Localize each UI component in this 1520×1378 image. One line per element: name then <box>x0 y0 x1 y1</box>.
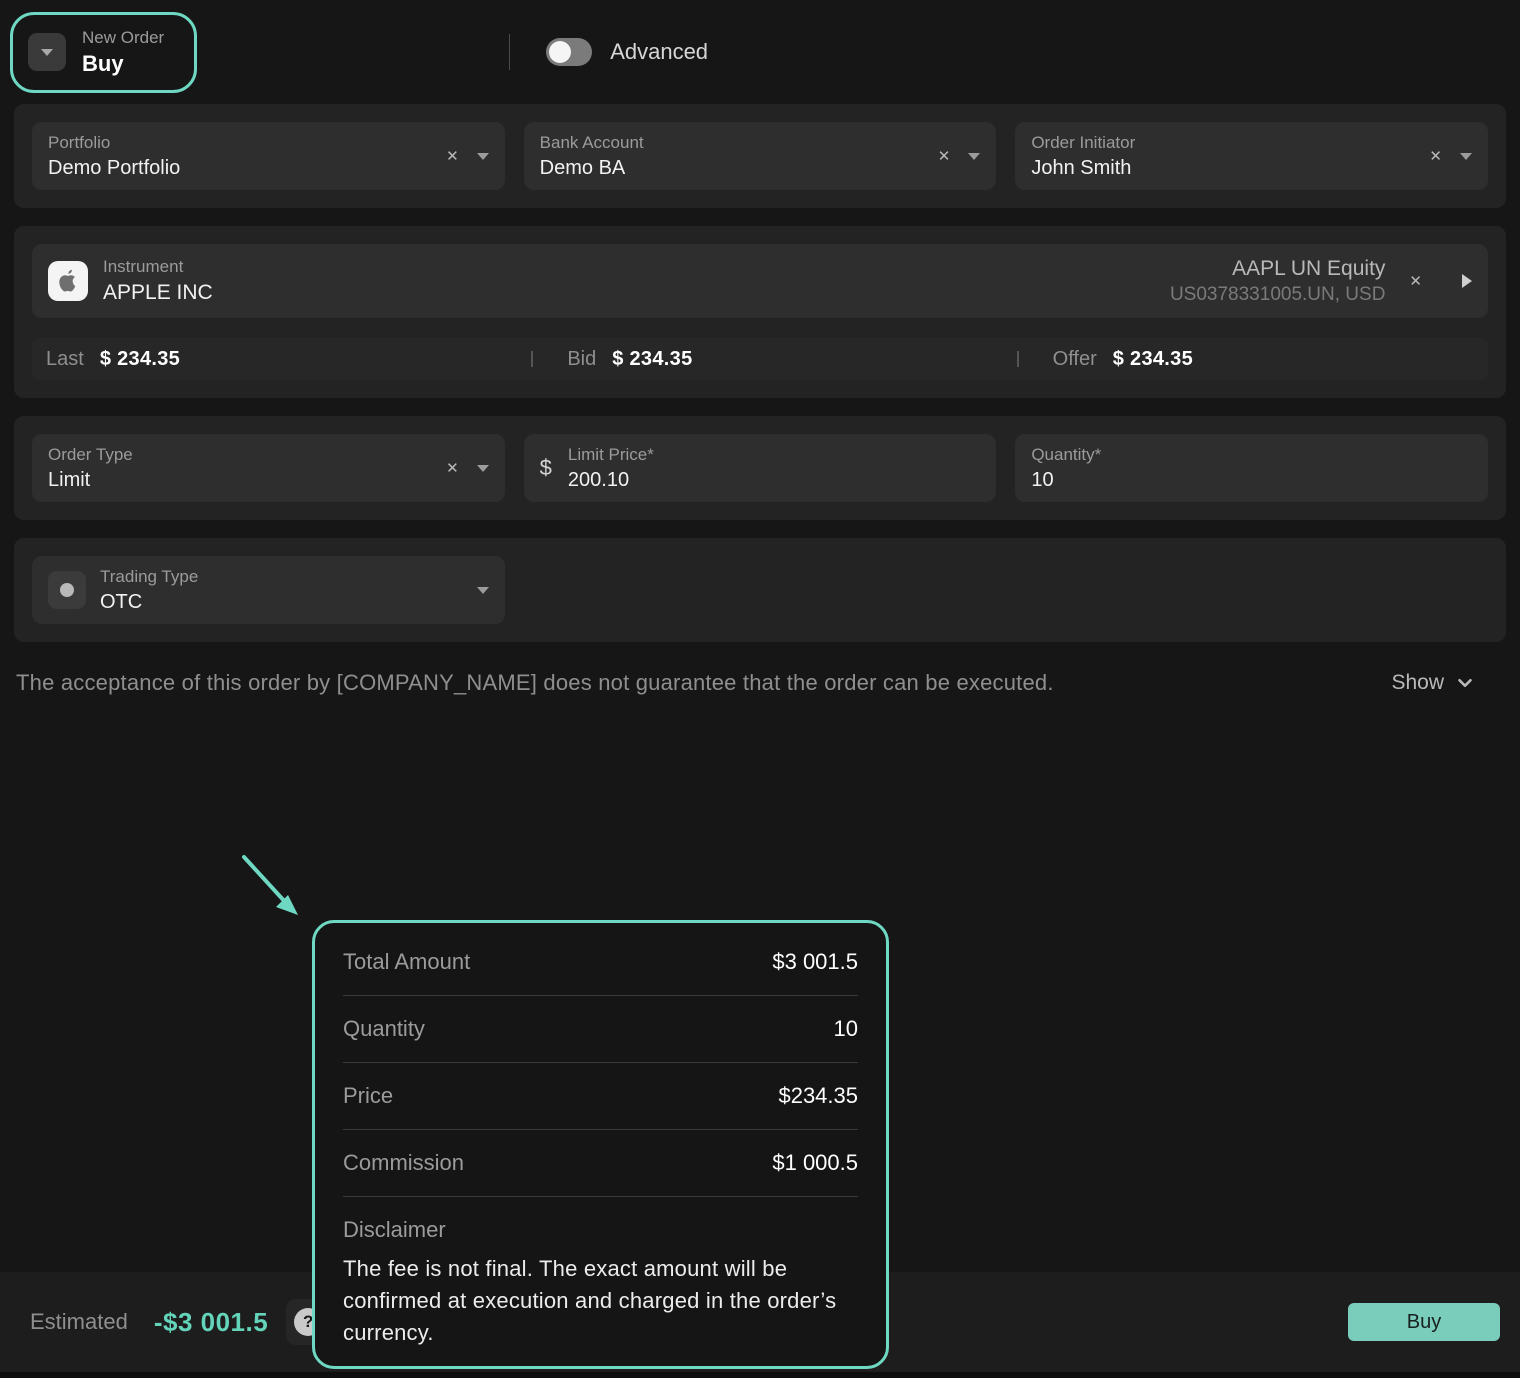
side-dropdown-button[interactable] <box>28 33 66 71</box>
toggle-knob <box>549 41 571 63</box>
order-initiator-select[interactable]: Order Initiator John Smith ✕ <box>1015 122 1488 190</box>
chevron-down-icon[interactable] <box>477 465 489 472</box>
quantity-input[interactable]: Quantity* 10 <box>1015 434 1488 502</box>
selectors-section: Portfolio Demo Portfolio ✕ Bank Account … <box>14 104 1506 208</box>
trading-type-label: Trading Type <box>100 567 477 587</box>
instrument-label: Instrument <box>103 257 1170 277</box>
portfolio-label: Portfolio <box>48 133 438 153</box>
expand-right-icon[interactable] <box>1462 274 1472 288</box>
chevron-down-icon[interactable] <box>1460 153 1472 160</box>
bid-quote: Bid $ 234.35 <box>517 348 1002 371</box>
acceptance-note-row: The acceptance of this order by [COMPANY… <box>16 670 1504 696</box>
price-value: $234.35 <box>778 1083 858 1109</box>
order-initiator-value: John Smith <box>1031 157 1421 180</box>
bottom-edge <box>0 1372 1520 1378</box>
order-type-select[interactable]: Order Type Limit ✕ <box>32 434 505 502</box>
trading-type-value: OTC <box>100 591 477 614</box>
portfolio-value: Demo Portfolio <box>48 157 438 180</box>
dot-icon <box>60 583 74 597</box>
order-params-section: Order Type Limit ✕ $ Limit Price* 200.10… <box>14 416 1506 520</box>
summary-row-price: Price $234.35 <box>343 1063 858 1130</box>
clear-icon[interactable]: ✕ <box>1409 272 1422 290</box>
quantity-label: Quantity <box>343 1016 425 1042</box>
quote-divider <box>1017 351 1019 367</box>
summary-row-total: Total Amount $3 001.5 <box>343 929 858 996</box>
clear-icon[interactable]: ✕ <box>446 459 459 477</box>
chevron-down-icon[interactable] <box>477 153 489 160</box>
clear-icon[interactable]: ✕ <box>938 147 951 165</box>
order-initiator-label: Order Initiator <box>1031 133 1421 153</box>
bid-label: Bid <box>567 348 596 371</box>
chevron-down-icon[interactable] <box>477 587 489 594</box>
quantity-value: 10 <box>1031 469 1472 492</box>
quantity-label: Quantity* <box>1031 445 1472 465</box>
instrument-isin: US0378331005.UN, USD <box>1170 284 1385 306</box>
bid-value: $ 234.35 <box>612 348 692 371</box>
advanced-label: Advanced <box>610 39 708 65</box>
show-toggle[interactable]: Show <box>1391 671 1476 695</box>
side-labels: New Order Buy <box>82 28 164 77</box>
chevron-down-icon[interactable] <box>968 153 980 160</box>
order-entry-window: New Order Buy Advanced Portfolio Demo Po… <box>0 0 1520 1378</box>
instrument-identifiers: AAPL UN Equity US0378331005.UN, USD <box>1170 257 1385 306</box>
limit-price-value: 200.10 <box>568 469 980 492</box>
summary-row-quantity: Quantity 10 <box>343 996 858 1063</box>
instrument-ticker: AAPL UN Equity <box>1170 257 1385 281</box>
estimated-value: -$3 001.5 <box>154 1307 268 1338</box>
order-type-value: Limit <box>48 469 438 492</box>
commission-label: Commission <box>343 1150 464 1176</box>
last-value: $ 234.35 <box>100 348 180 371</box>
tooltip-disclaimer-label: Disclaimer <box>343 1217 858 1243</box>
instrument-select[interactable]: Instrument APPLE INC AAPL UN Equity US03… <box>32 244 1488 318</box>
clear-icon[interactable]: ✕ <box>1429 147 1442 165</box>
new-order-label: New Order <box>82 28 164 48</box>
quantity-value: 10 <box>834 1016 858 1042</box>
acceptance-note: The acceptance of this order by [COMPANY… <box>16 670 1054 696</box>
total-amount-value: $3 001.5 <box>772 949 858 975</box>
header-divider <box>509 34 510 70</box>
advanced-toggle[interactable] <box>546 38 592 66</box>
clear-icon[interactable]: ✕ <box>446 147 459 165</box>
total-amount-label: Total Amount <box>343 949 470 975</box>
trading-type-select[interactable]: Trading Type OTC <box>32 556 505 624</box>
buy-button[interactable]: Buy <box>1348 1303 1500 1341</box>
pointer-arrow <box>232 845 322 935</box>
price-label: Price <box>343 1083 393 1109</box>
instrument-name: APPLE INC <box>103 281 1170 305</box>
quote-bar: Last $ 234.35 Bid $ 234.35 Offer $ 234.3… <box>32 338 1488 380</box>
trading-type-icon <box>48 571 86 609</box>
quote-divider <box>531 351 533 367</box>
commission-value: $1 000.5 <box>772 1150 858 1176</box>
bank-account-select[interactable]: Bank Account Demo BA ✕ <box>524 122 997 190</box>
instrument-section: Instrument APPLE INC AAPL UN Equity US03… <box>14 226 1506 398</box>
order-side-picker[interactable]: New Order Buy <box>10 12 197 93</box>
order-side-value: Buy <box>82 51 164 77</box>
bank-account-label: Bank Account <box>540 133 930 153</box>
limit-price-input[interactable]: $ Limit Price* 200.10 <box>524 434 997 502</box>
chevron-down-icon <box>41 49 53 56</box>
dollar-icon: $ <box>540 455 552 481</box>
chevron-down-icon <box>1454 672 1476 694</box>
offer-value: $ 234.35 <box>1113 348 1193 371</box>
show-label: Show <box>1391 671 1444 695</box>
limit-price-label: Limit Price* <box>568 445 980 465</box>
trading-type-section: Trading Type OTC <box>14 538 1506 642</box>
order-summary-tooltip: Total Amount $3 001.5 Quantity 10 Price … <box>312 920 889 1369</box>
last-label: Last <box>46 348 84 371</box>
order-type-label: Order Type <box>48 445 438 465</box>
estimated-label: Estimated <box>30 1309 128 1335</box>
tooltip-disclaimer-text: The fee is not final. The exact amount w… <box>343 1253 858 1349</box>
apple-logo-icon <box>48 261 88 301</box>
offer-quote: Offer $ 234.35 <box>1003 348 1488 371</box>
bank-account-value: Demo BA <box>540 157 930 180</box>
header: New Order Buy Advanced <box>0 0 1520 104</box>
summary-row-commission: Commission $1 000.5 <box>343 1130 858 1197</box>
offer-label: Offer <box>1053 348 1097 371</box>
portfolio-select[interactable]: Portfolio Demo Portfolio ✕ <box>32 122 505 190</box>
last-quote: Last $ 234.35 <box>32 348 517 371</box>
